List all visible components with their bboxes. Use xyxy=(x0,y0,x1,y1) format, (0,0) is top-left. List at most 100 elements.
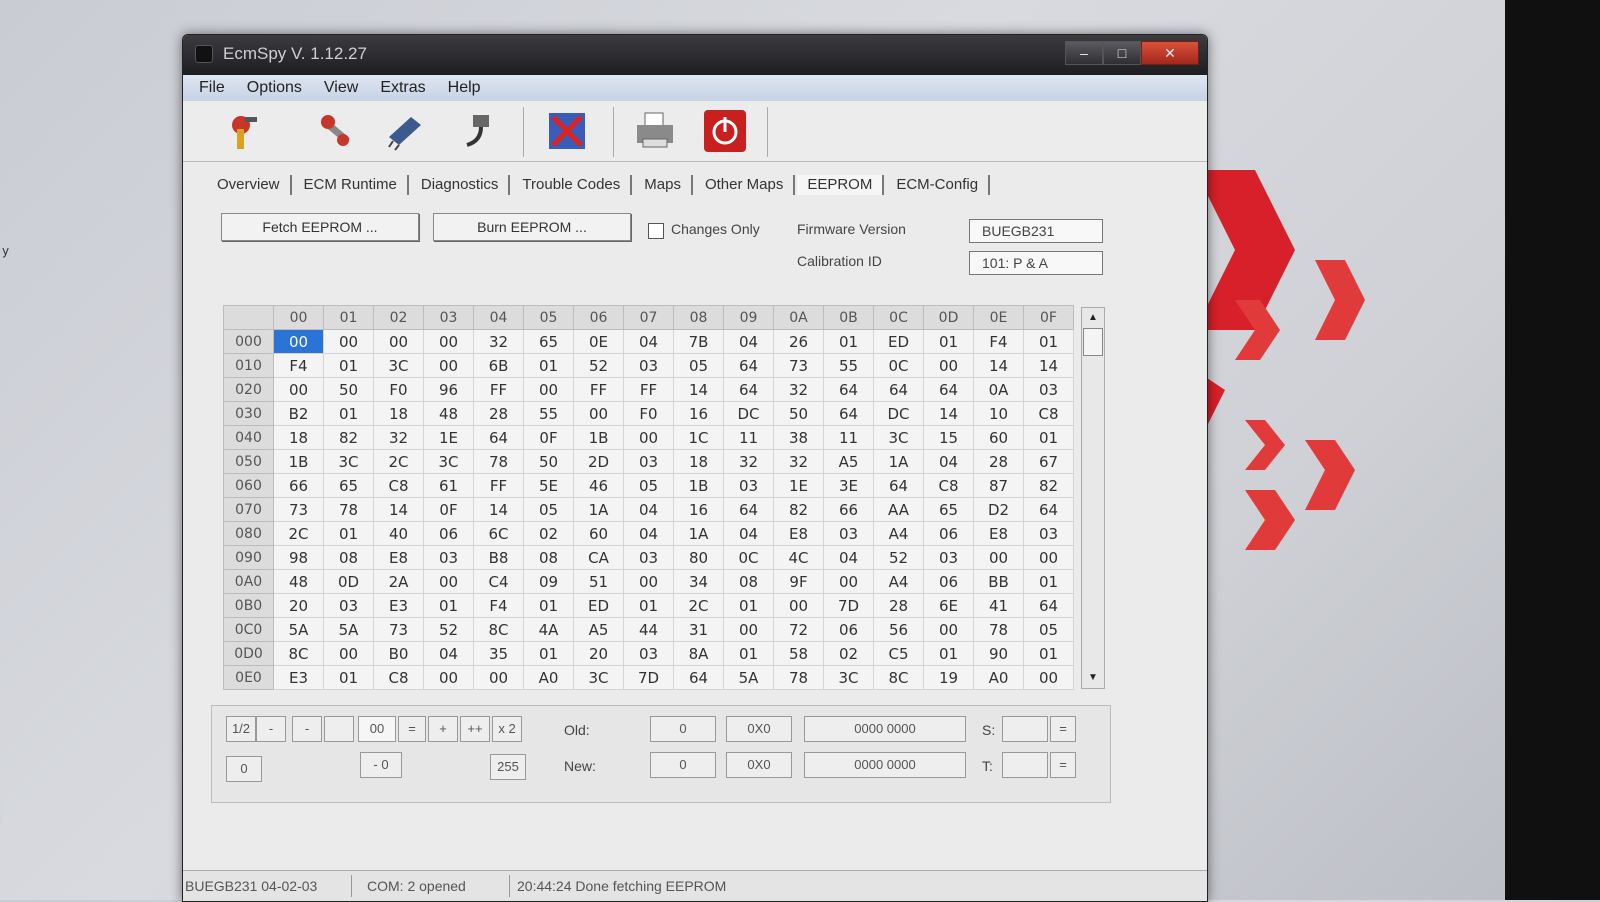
menu-file[interactable]: File xyxy=(199,79,225,97)
halve-button[interactable]: 1/2 xyxy=(226,716,256,742)
hex-cell[interactable]: 00 xyxy=(1023,545,1074,570)
decrement-button[interactable]: - xyxy=(256,716,286,742)
hex-cell[interactable]: 05 xyxy=(673,353,724,378)
hex-cell[interactable]: 01 xyxy=(723,641,774,666)
hex-cell[interactable]: 67 xyxy=(1023,449,1074,474)
hex-cell[interactable]: 1B xyxy=(573,425,624,450)
hex-cell[interactable]: 05 xyxy=(523,497,574,522)
hex-cell[interactable]: 48 xyxy=(423,401,474,426)
tab-eeprom[interactable]: EEPROM xyxy=(797,175,885,195)
hex-cell[interactable]: 03 xyxy=(323,593,374,618)
hex-cell[interactable]: 73 xyxy=(273,497,324,522)
hex-cell[interactable]: 32 xyxy=(773,377,824,402)
hex-cell[interactable]: 06 xyxy=(923,569,974,594)
hex-cell[interactable]: 04 xyxy=(723,521,774,546)
increment-large-button[interactable]: ++ xyxy=(460,716,490,742)
hex-cell[interactable]: 64 xyxy=(1023,593,1074,618)
hex-cell[interactable]: 00 xyxy=(523,377,574,402)
hex-cell[interactable]: 52 xyxy=(423,617,474,642)
hex-cell[interactable]: 14 xyxy=(373,497,424,522)
minimize-button[interactable]: – xyxy=(1065,41,1103,65)
hex-cell[interactable]: 08 xyxy=(323,545,374,570)
tab-ecm-config[interactable]: ECM-Config xyxy=(886,175,991,195)
hex-cell[interactable]: C8 xyxy=(373,473,424,498)
burn-eeprom-button[interactable]: Burn EEPROM ... xyxy=(433,213,631,241)
hex-cell[interactable]: 3C xyxy=(423,449,474,474)
hex-cell[interactable]: A4 xyxy=(873,569,924,594)
hex-cell[interactable]: 6E xyxy=(923,593,974,618)
hex-cell[interactable]: 00 xyxy=(273,329,324,354)
hex-cell[interactable]: B8 xyxy=(473,545,524,570)
hex-cell[interactable]: 09 xyxy=(523,569,574,594)
hex-cell[interactable]: 32 xyxy=(723,449,774,474)
hex-cell[interactable]: 78 xyxy=(323,497,374,522)
hex-cell[interactable]: A0 xyxy=(973,665,1024,690)
hex-cell[interactable]: 1A xyxy=(873,449,924,474)
changes-only-checkbox[interactable] xyxy=(648,223,664,239)
hex-cell[interactable]: E3 xyxy=(373,593,424,618)
hex-cell[interactable]: 01 xyxy=(1023,569,1074,594)
hex-cell[interactable]: E8 xyxy=(373,545,424,570)
hex-cell[interactable]: 00 xyxy=(623,425,674,450)
hex-cell[interactable]: 73 xyxy=(773,353,824,378)
scroll-up-icon[interactable]: ▲ xyxy=(1082,308,1104,328)
new-binary-field[interactable]: 0000 0000 xyxy=(804,752,966,778)
hex-cell[interactable]: 5A xyxy=(723,665,774,690)
tab-overview[interactable]: Overview xyxy=(207,175,292,195)
hex-cell[interactable]: 00 xyxy=(773,593,824,618)
hex-cell[interactable]: 10 xyxy=(973,401,1024,426)
hex-cell[interactable]: 00 xyxy=(273,377,324,402)
hex-cell[interactable]: 01 xyxy=(1023,641,1074,666)
s-field[interactable] xyxy=(1002,716,1048,742)
hex-cell[interactable]: 55 xyxy=(823,353,874,378)
tab-trouble-codes[interactable]: Trouble Codes xyxy=(512,175,633,195)
value-input[interactable]: 00 xyxy=(358,716,396,742)
hex-cell[interactable]: 0A xyxy=(973,377,1024,402)
hex-cell[interactable]: 00 xyxy=(423,329,474,354)
old-decimal-field[interactable]: 0 xyxy=(650,716,716,742)
hex-cell[interactable]: 9F xyxy=(773,569,824,594)
hex-cell[interactable]: DC xyxy=(723,401,774,426)
hex-cell[interactable]: 0F xyxy=(423,497,474,522)
hex-cell[interactable]: 01 xyxy=(923,329,974,354)
hex-cell[interactable]: 3C xyxy=(823,665,874,690)
close-button[interactable]: ✕ xyxy=(1141,41,1199,65)
decrement-small-button[interactable]: - xyxy=(292,716,322,742)
hex-cell[interactable]: 28 xyxy=(873,593,924,618)
hex-cell[interactable]: 03 xyxy=(423,545,474,570)
hex-cell[interactable]: 0E xyxy=(573,329,624,354)
hex-cell[interactable]: 56 xyxy=(873,617,924,642)
scroll-down-icon[interactable]: ▼ xyxy=(1082,668,1104,688)
hex-cell[interactable]: 00 xyxy=(473,665,524,690)
hex-cell[interactable]: 02 xyxy=(823,641,874,666)
double-button[interactable]: x 2 xyxy=(492,716,522,742)
hex-cell[interactable]: 00 xyxy=(423,353,474,378)
hex-cell[interactable]: FF xyxy=(473,473,524,498)
hex-cell[interactable]: 87 xyxy=(973,473,1024,498)
hex-cell[interactable]: 14 xyxy=(923,401,974,426)
hex-cell[interactable]: 78 xyxy=(473,449,524,474)
maximize-button[interactable]: □ xyxy=(1103,41,1141,65)
hex-cell[interactable]: 2C xyxy=(273,521,324,546)
increment-button[interactable]: + xyxy=(428,716,458,742)
hex-cell[interactable]: 64 xyxy=(723,353,774,378)
hex-cell[interactable]: 0C xyxy=(873,353,924,378)
s-equals-button[interactable]: = xyxy=(1050,716,1076,742)
hex-cell[interactable]: FF xyxy=(473,377,524,402)
tools-icon[interactable] xyxy=(311,107,359,155)
hex-cell[interactable]: 64 xyxy=(823,401,874,426)
hex-cell[interactable]: 3C xyxy=(573,665,624,690)
hex-cell[interactable]: 04 xyxy=(823,545,874,570)
hex-cell[interactable]: 41 xyxy=(973,593,1024,618)
hex-cell[interactable]: CA xyxy=(573,545,624,570)
hex-cell[interactable]: 14 xyxy=(673,377,724,402)
hex-cell[interactable]: 1E xyxy=(773,473,824,498)
hex-cell[interactable]: 01 xyxy=(323,665,374,690)
hex-cell[interactable]: 65 xyxy=(923,497,974,522)
hex-cell[interactable]: 2A xyxy=(373,569,424,594)
hex-cell[interactable]: 64 xyxy=(1023,497,1074,522)
hex-cell[interactable]: 52 xyxy=(873,545,924,570)
hex-cell[interactable]: 01 xyxy=(1023,425,1074,450)
old-hex-field[interactable]: 0X0 xyxy=(726,716,792,742)
hex-cell[interactable]: 32 xyxy=(473,329,524,354)
